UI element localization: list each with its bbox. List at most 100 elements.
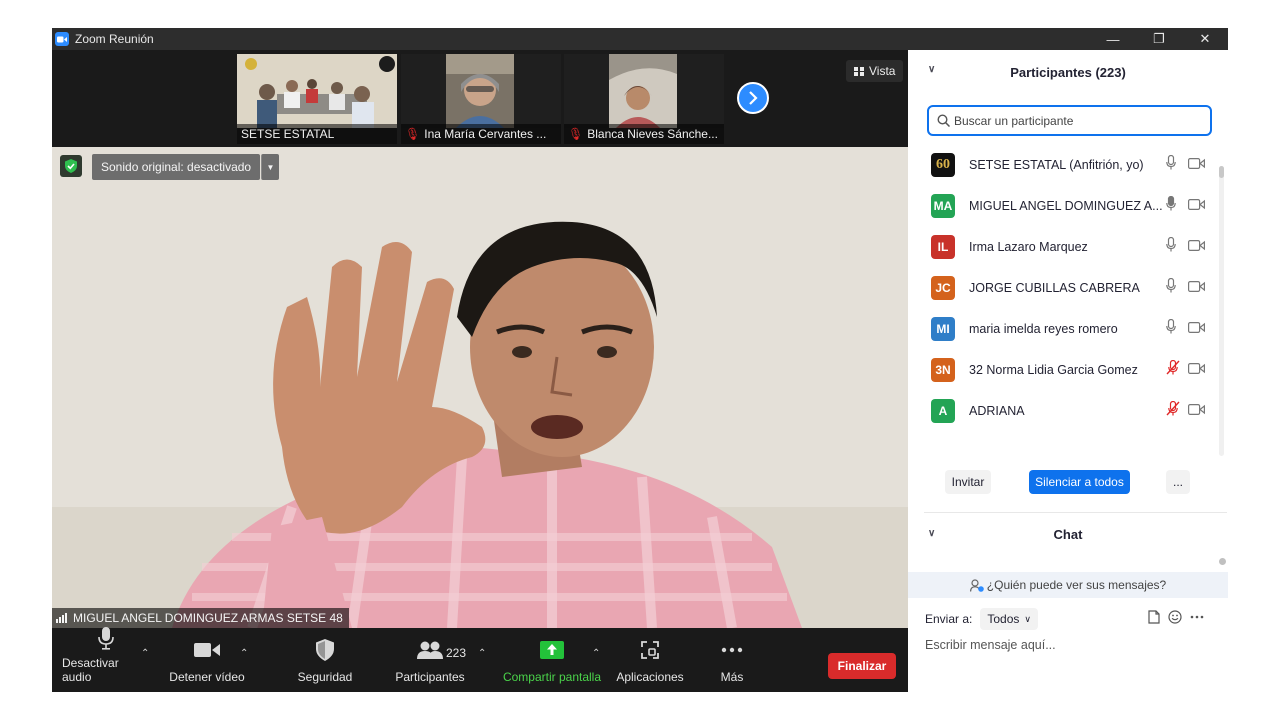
next-page-button[interactable]	[737, 82, 769, 114]
video-camera-icon[interactable]	[1188, 238, 1205, 256]
end-meeting-label: Finalizar	[837, 659, 887, 673]
minimize-icon[interactable]: —	[1090, 28, 1136, 50]
collapse-chevron-icon[interactable]: ∨	[928, 64, 935, 75]
recipient-value: Todos	[987, 612, 1020, 626]
original-sound-dropdown[interactable]: ▼	[261, 154, 279, 180]
speaker-image	[52, 147, 908, 628]
more-dots-icon	[721, 636, 743, 664]
participants-title: Participantes (223)	[1010, 64, 1126, 80]
stop-video-button[interactable]: Detener vídeo	[167, 628, 247, 692]
muted-microphone-icon[interactable]	[1166, 359, 1180, 380]
more-options-button[interactable]: ...	[1166, 470, 1190, 494]
search-input[interactable]	[954, 113, 1194, 128]
video-camera-icon[interactable]	[1188, 320, 1205, 338]
panel-divider	[924, 512, 1227, 513]
end-meeting-button[interactable]: Finalizar	[828, 653, 896, 679]
chat-message-input[interactable]	[925, 638, 1215, 652]
more-button[interactable]: Más	[712, 628, 752, 692]
avatar: MI	[931, 316, 955, 341]
encryption-shield-icon[interactable]	[60, 155, 82, 177]
security-button[interactable]: Seguridad	[290, 628, 360, 692]
window-controls: — ❐ ✕	[1090, 28, 1228, 50]
share-screen-button[interactable]: Compartir pantalla	[502, 628, 602, 692]
file-icon[interactable]	[1148, 610, 1160, 624]
muted-microphone-icon[interactable]	[1166, 400, 1180, 421]
mute-audio-button[interactable]: Desactivar audio	[62, 627, 150, 692]
scrollbar-thumb[interactable]	[1219, 166, 1224, 178]
tile-name-text: Blanca Nieves Sánche...	[587, 127, 718, 141]
share-options-chevron-icon[interactable]: ⌃	[592, 648, 600, 659]
avatar: A	[931, 398, 955, 423]
avatar-initials: 60	[936, 156, 950, 172]
participant-row[interactable]: A ADRIANA	[908, 390, 1218, 431]
collapse-chevron-icon[interactable]: ∨	[928, 528, 935, 539]
chat-header: ∨ Chat	[908, 516, 1228, 552]
mute-all-button[interactable]: Silenciar a todos	[1029, 470, 1130, 494]
video-camera-icon[interactable]	[1188, 197, 1205, 215]
participant-video	[401, 54, 561, 128]
emoji-icon[interactable]	[1168, 610, 1182, 624]
gallery-tile[interactable]: 🎙 Ina María Cervantes ...	[401, 54, 561, 144]
active-speaker-video: Sonido original: desactivado ▼ MIGUEL AN…	[52, 147, 908, 628]
microphone-icon[interactable]	[1166, 195, 1176, 216]
audio-options-chevron-icon[interactable]: ⌃	[141, 648, 149, 659]
video-gallery-strip: SETSE ESTATAL 🎙Ina María Cervantes ...	[52, 50, 908, 147]
meeting-toolbar: Desactivar audio ⌃ Detener vídeo ⌃ Segur…	[52, 627, 908, 692]
apps-icon	[640, 636, 660, 664]
participant-row[interactable]: IL Irma Lazaro Marquez	[908, 226, 1218, 267]
zoom-app-icon	[55, 32, 69, 46]
restore-icon[interactable]: ❐	[1136, 28, 1182, 50]
avatar-initials: MA	[933, 198, 953, 213]
avatar-initials: IL	[937, 239, 949, 254]
chat-tools	[1148, 610, 1212, 624]
invite-button[interactable]: Invitar	[945, 470, 991, 494]
title-bar: Zoom Reunión — ❐ ✕	[52, 28, 1228, 50]
participant-name: MIGUEL ANGEL DOMINGUEZ A...	[969, 198, 1163, 213]
view-label: Vista	[869, 64, 896, 78]
send-to-row: Enviar a: Todos ∨	[925, 608, 1038, 630]
video-options-chevron-icon[interactable]: ⌃	[240, 648, 248, 659]
gallery-tile[interactable]: 🎙 Blanca Nieves Sánche...	[564, 54, 724, 144]
video-camera-icon[interactable]	[1188, 156, 1205, 174]
microphone-icon[interactable]	[1166, 277, 1176, 298]
apps-button[interactable]: Aplicaciones	[614, 628, 686, 692]
participant-row[interactable]: 60 SETSE ESTATAL (Anfitrión, yo)	[908, 144, 1218, 185]
microphone-icon[interactable]	[1166, 236, 1176, 257]
video-camera-icon[interactable]	[1188, 402, 1205, 420]
participants-options-chevron-icon[interactable]: ⌃	[478, 648, 486, 659]
microphone-icon[interactable]	[1166, 154, 1176, 175]
stop-video-label: Detener vídeo	[169, 670, 245, 684]
mute-audio-label: Desactivar audio	[62, 656, 119, 684]
microphone-icon[interactable]	[1166, 318, 1176, 339]
gallery-tile[interactable]: SETSE ESTATAL	[237, 54, 397, 144]
participant-actions: Invitar Silenciar a todos ...	[908, 470, 1228, 498]
who-can-see-messages[interactable]: ¿Quién puede ver sus mensajes?	[908, 572, 1228, 598]
who-can-see-label: ¿Quién puede ver sus mensajes?	[986, 578, 1167, 592]
video-camera-icon[interactable]	[1188, 361, 1205, 379]
original-sound-button[interactable]: Sonido original: desactivado	[92, 154, 261, 180]
view-button[interactable]: Vista	[846, 60, 904, 82]
participant-search[interactable]	[927, 105, 1212, 136]
signal-strength-icon	[56, 613, 68, 623]
participant-list-scrollbar[interactable]	[1219, 166, 1224, 456]
chevron-right-icon	[749, 91, 758, 105]
video-camera-icon[interactable]	[1188, 279, 1205, 297]
original-sound-label: Sonido original: desactivado	[101, 160, 252, 174]
participants-button[interactable]: Participantes	[392, 628, 468, 692]
tile-name-text: Ina María Cervantes ...	[424, 127, 547, 141]
search-icon	[937, 114, 950, 127]
video-camera-icon	[194, 636, 220, 664]
participant-row[interactable]: MA MIGUEL ANGEL DOMINGUEZ A...	[908, 185, 1218, 226]
person-info-icon	[969, 578, 984, 592]
recipient-select[interactable]: Todos ∨	[980, 608, 1038, 630]
participant-row[interactable]: 3N 32 Norma Lidia Garcia Gomez	[908, 349, 1218, 390]
more-dots-icon[interactable]	[1190, 615, 1204, 619]
participant-row[interactable]: MI maria imelda reyes romero	[908, 308, 1218, 349]
participant-row[interactable]: JC JORGE CUBILLAS CABRERA	[908, 267, 1218, 308]
close-icon[interactable]: ✕	[1182, 28, 1228, 50]
window-title: Zoom Reunión	[75, 32, 154, 46]
chat-scrollbar[interactable]	[1219, 558, 1226, 565]
share-screen-label: Compartir pantalla	[502, 670, 602, 684]
shield-icon	[316, 636, 334, 664]
tile-name-text: SETSE ESTATAL	[241, 127, 335, 141]
